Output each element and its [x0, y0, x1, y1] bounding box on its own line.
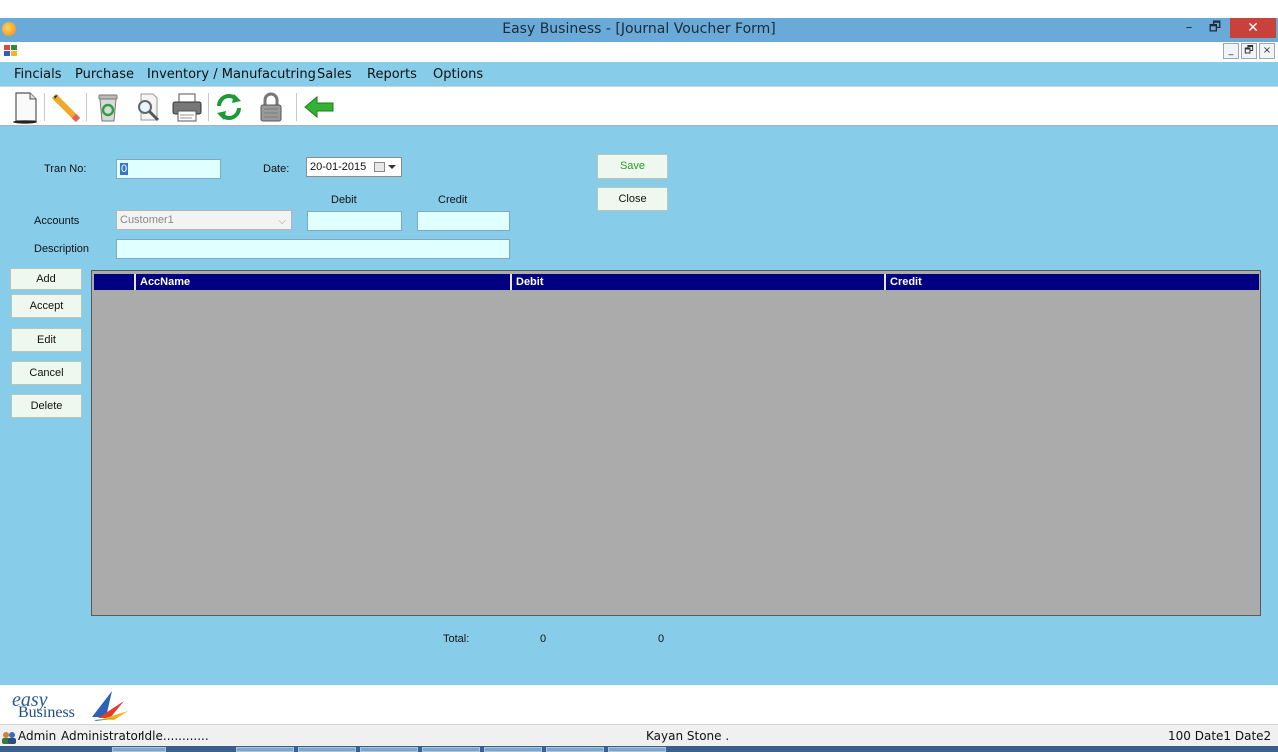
menu-reports[interactable]: Reports: [367, 67, 417, 82]
taskbar-item[interactable]: [236, 747, 294, 752]
taskbar-item[interactable]: [360, 747, 418, 752]
debit-input[interactable]: [307, 211, 402, 231]
description-label: Description: [34, 243, 90, 255]
back-arrow-icon[interactable]: [302, 90, 336, 124]
printer-icon[interactable]: [170, 90, 204, 124]
mdi-minimize-button[interactable]: _: [1223, 43, 1239, 59]
search-magnifier-icon[interactable]: [131, 90, 165, 124]
title-bar: Easy Business - [Journal Voucher Form] –…: [0, 18, 1278, 42]
total-credit-value: 0: [658, 633, 665, 645]
status-state: Idle............: [141, 729, 209, 743]
date-picker[interactable]: 20-01-2015: [306, 157, 402, 177]
minimize-button[interactable]: –: [1178, 18, 1200, 38]
taskbar-item[interactable]: [608, 747, 666, 752]
status-user: Admin: [18, 729, 57, 743]
accept-button[interactable]: Accept: [11, 294, 82, 318]
taskbar-item[interactable]: [298, 747, 356, 752]
status-company: Kayan Stone .: [646, 729, 730, 743]
mdi-restore-button[interactable]: 🗗: [1241, 43, 1257, 59]
debit-label: Debit: [331, 194, 357, 206]
top-strip: [0, 0, 1278, 18]
close-button[interactable]: Close: [597, 187, 668, 211]
brand-logo-icon: [92, 691, 128, 721]
combobox-chevron-icon[interactable]: ⌵: [278, 213, 286, 231]
calendar-icon[interactable]: [374, 162, 385, 172]
menu-inventory-manufacturing[interactable]: Inventory / Manufacutring: [147, 67, 316, 82]
menu-bar: Fincials Purchase Inventory / Manufacutr…: [0, 62, 1278, 86]
edit-pencil-icon[interactable]: [48, 90, 82, 124]
app-window: Easy Business - [Journal Voucher Form] –…: [0, 0, 1278, 752]
taskbar-item[interactable]: [546, 747, 604, 752]
brand-area: easy Business: [0, 685, 1278, 724]
chevron-down-icon[interactable]: [388, 165, 396, 169]
tran-no-value: 0: [120, 163, 129, 175]
credit-input[interactable]: [417, 211, 510, 231]
taskbar-item[interactable]: [422, 747, 480, 752]
status-bar: Admin Administrator Idle............ Kay…: [0, 724, 1278, 746]
credit-label: Credit: [438, 194, 468, 206]
accounts-label: Accounts: [34, 215, 80, 227]
accounts-value: Customer1: [120, 214, 174, 226]
accounts-combobox[interactable]: Customer1 ⌵: [116, 210, 292, 230]
column-header-accname[interactable]: AccName: [134, 274, 510, 290]
taskbar-item[interactable]: [484, 747, 542, 752]
menu-purchase[interactable]: Purchase: [75, 67, 134, 82]
taskbar-item[interactable]: [112, 747, 166, 752]
cancel-button[interactable]: Cancel: [11, 361, 82, 385]
new-document-icon[interactable]: [8, 90, 42, 124]
taskbar: [0, 746, 1278, 752]
column-header-credit[interactable]: Credit: [884, 274, 1259, 290]
toolbar: [0, 86, 1278, 126]
mdi-close-button[interactable]: ×: [1259, 43, 1275, 59]
add-button[interactable]: Add: [10, 268, 82, 290]
maximize-button[interactable]: 🗗: [1204, 18, 1226, 38]
close-window-button[interactable]: ✕: [1230, 18, 1276, 38]
status-right: 100 Date1 Date2: [1168, 729, 1272, 743]
journal-voucher-form: Tran No: 0 Date: 20-01-2015 Debit Credit…: [0, 126, 1278, 685]
save-button[interactable]: Save: [597, 154, 668, 179]
total-label: Total:: [443, 633, 470, 645]
tran-no-input[interactable]: 0: [116, 159, 221, 179]
mdi-bar: _ 🗗 ×: [0, 42, 1278, 62]
description-input[interactable]: [116, 239, 510, 259]
menu-options[interactable]: Options: [433, 67, 483, 82]
edit-button[interactable]: Edit: [11, 328, 82, 352]
users-icon: [1, 729, 16, 744]
status-role: Administrator: [61, 729, 143, 743]
delete-button[interactable]: Delete: [11, 394, 82, 418]
grid-header: AccName Debit Credit: [94, 274, 1259, 290]
recycle-bin-icon[interactable]: [91, 90, 125, 124]
column-header-debit[interactable]: Debit: [510, 274, 884, 290]
total-debit-value: 0: [540, 633, 547, 645]
date-value: 20-01-2015: [310, 161, 367, 173]
mdi-form-icon: [4, 45, 18, 57]
voucher-grid[interactable]: AccName Debit Credit: [91, 270, 1261, 616]
refresh-icon[interactable]: [212, 90, 246, 124]
tran-no-label: Tran No:: [44, 163, 87, 175]
date-label: Date:: [263, 163, 290, 175]
menu-fincials[interactable]: Fincials: [14, 67, 62, 82]
brand-logo-line2: Business: [18, 704, 75, 721]
menu-sales[interactable]: Sales: [317, 67, 352, 82]
window-title: Easy Business - [Journal Voucher Form]: [502, 21, 776, 37]
lock-icon[interactable]: [254, 90, 288, 124]
